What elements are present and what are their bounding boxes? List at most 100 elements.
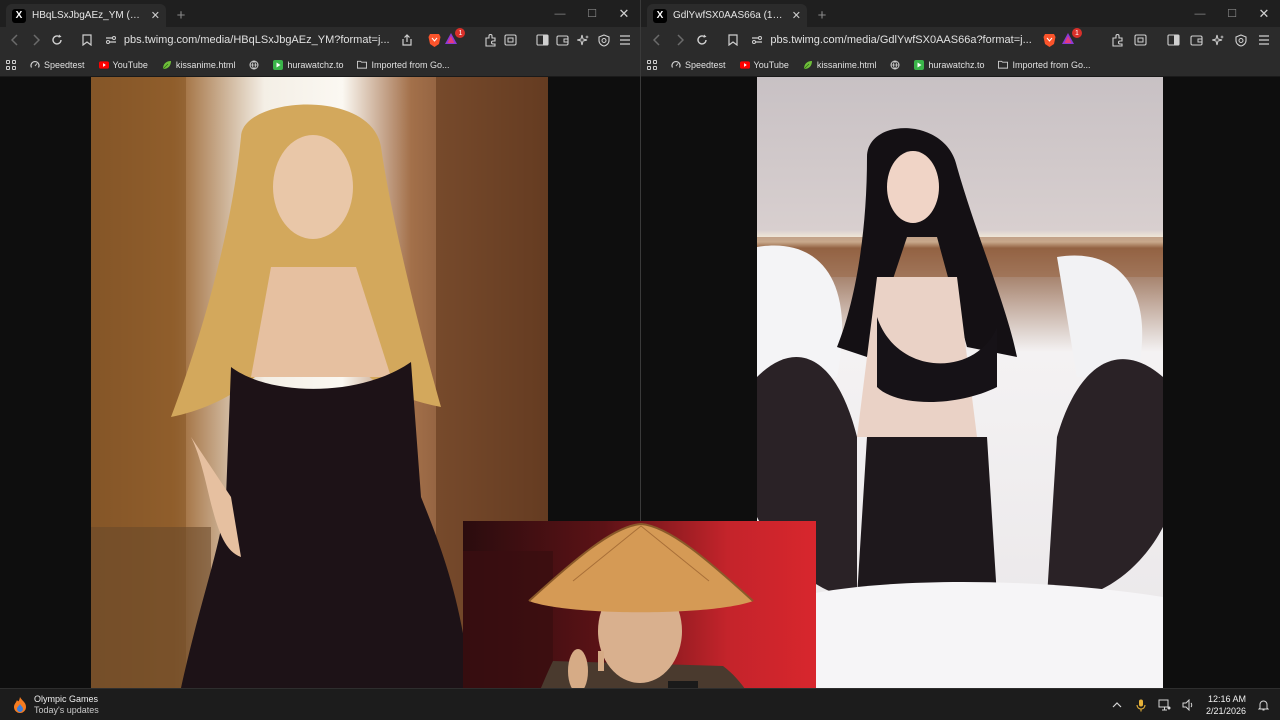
forward-button[interactable]: [669, 29, 689, 51]
bookmark-imported-folder[interactable]: Imported from Go...: [998, 60, 1090, 70]
notification-badge: 1: [1071, 28, 1082, 38]
tab-close-button[interactable]: ✕: [792, 9, 801, 22]
extensions-icon[interactable]: [481, 29, 500, 51]
microphone-icon[interactable]: [1134, 698, 1148, 712]
bookmark-youtube[interactable]: YouTube: [739, 59, 789, 70]
bookmark-label: Imported from Go...: [371, 59, 450, 70]
bookmark-label: hurawatchz.to: [928, 59, 985, 70]
wallet-icon[interactable]: [553, 29, 572, 51]
sidebar-toggle-icon[interactable]: [1164, 29, 1184, 51]
bookmark-globe[interactable]: [249, 60, 259, 70]
close-window-button[interactable]: ✕: [608, 0, 640, 27]
bookmark-speedtest[interactable]: Speedtest: [30, 60, 85, 70]
news-widget[interactable]: Olympic Games Today's updates: [12, 694, 99, 716]
reload-button[interactable]: [692, 29, 712, 51]
back-button[interactable]: [6, 29, 25, 51]
back-arrow-icon: [653, 34, 660, 46]
url-text[interactable]: pbs.twimg.com/media/GdlYwfSX0AAS66a?form…: [770, 34, 1031, 46]
clock-date: 2/21/2026: [1205, 706, 1246, 716]
clock[interactable]: 12:16 AM 2/21/2026: [1206, 693, 1246, 717]
bookmarks-bar: Speedtest YouTube kissanime.html hurawat…: [641, 53, 1280, 77]
chevron-up-icon[interactable]: [1110, 698, 1124, 712]
minimize-button[interactable]: —: [544, 0, 576, 27]
notification-bell-icon[interactable]: [1256, 698, 1270, 712]
screenshot-icon[interactable]: [502, 29, 521, 51]
site-info-icon[interactable]: [104, 33, 118, 47]
leaf-icon: [162, 60, 172, 70]
network-icon[interactable]: [1158, 698, 1172, 712]
back-button[interactable]: [647, 29, 667, 51]
bookmark-youtube[interactable]: YouTube: [98, 60, 148, 70]
address-bar[interactable]: pbs.twimg.com/media/GdlYwfSX0AAS66a?form…: [718, 29, 1035, 51]
bookmark-hurawatch[interactable]: hurawatchz.to: [273, 59, 344, 70]
minimize-button[interactable]: —: [1184, 0, 1216, 27]
back-arrow-icon: [11, 34, 18, 46]
globe-icon: [249, 60, 259, 70]
sidebar-toggle-icon[interactable]: [533, 29, 552, 51]
displayed-image[interactable]: [757, 77, 1163, 688]
wallet-icon[interactable]: [1186, 29, 1206, 51]
bookmark-label: kissanime.html: [175, 59, 236, 70]
apps-grid-icon[interactable]: [6, 59, 16, 70]
screenshot-icon[interactable]: [1130, 29, 1150, 51]
bookmark-kissanime[interactable]: kissanime.html: [803, 59, 877, 70]
bookmark-hurawatch[interactable]: hurawatchz.to: [914, 59, 985, 70]
leaf-icon: [803, 60, 813, 70]
share-icon[interactable]: [396, 29, 418, 51]
new-tab-button[interactable]: +: [170, 4, 192, 26]
brave-rewards-button[interactable]: 1: [1059, 28, 1082, 51]
brave-rewards-button[interactable]: 1: [443, 28, 466, 51]
navigation-toolbar: pbs.twimg.com/media/HBqLSxJbgAEz_YM?form…: [0, 27, 640, 53]
bookmark-icon[interactable]: [76, 29, 98, 51]
url-text[interactable]: pbs.twimg.com/media/HBqLSxJbgAEz_YM?form…: [124, 34, 390, 46]
leo-ai-icon[interactable]: [574, 29, 593, 51]
window-controls: — ☐ ✕: [544, 0, 640, 27]
play-icon: [273, 59, 284, 70]
reload-icon: [697, 34, 707, 45]
bookmark-speedtest[interactable]: Speedtest: [671, 60, 726, 70]
bookmark-icon[interactable]: [722, 29, 744, 51]
brave-shields-icon[interactable]: [1042, 32, 1057, 48]
bookmark-label: hurawatchz.to: [287, 59, 344, 70]
taskbar: Olympic Games Today's updates 12:16 AM 2…: [0, 688, 1280, 720]
bookmark-label: kissanime.html: [816, 59, 877, 70]
vpn-shield-icon[interactable]: [595, 29, 614, 51]
bookmark-label: Imported from Go...: [1012, 59, 1091, 70]
close-window-button[interactable]: ✕: [1248, 0, 1280, 27]
bookmark-globe[interactable]: [890, 60, 900, 70]
maximize-button[interactable]: ☐: [576, 0, 608, 27]
bookmark-label: YouTube: [753, 59, 789, 70]
browser-tab[interactable]: X GdlYwfSX0AAS66a (1366×2048) ✕: [647, 4, 807, 27]
apps-grid-icon[interactable]: [647, 59, 657, 70]
menu-icon[interactable]: [1253, 29, 1273, 51]
bookmark-kissanime[interactable]: kissanime.html: [162, 59, 236, 70]
tab-title: HBqLSxJbgAEz_YM (900×1200): [32, 10, 145, 21]
browser-tab[interactable]: X HBqLSxJbgAEz_YM (900×1200) ✕: [6, 4, 166, 27]
bookmark-imported-folder[interactable]: Imported from Go...: [357, 60, 449, 70]
volume-icon[interactable]: [1182, 698, 1196, 712]
tab-title: GdlYwfSX0AAS66a (1366×2048): [673, 10, 786, 21]
tab-close-button[interactable]: ✕: [151, 9, 160, 22]
forward-arrow-icon: [677, 34, 684, 46]
globe-icon: [890, 60, 900, 70]
forward-arrow-icon: [33, 34, 40, 46]
folder-icon: [357, 60, 368, 70]
address-bar[interactable]: pbs.twimg.com/media/HBqLSxJbgAEz_YM?form…: [72, 29, 422, 51]
navigation-toolbar: pbs.twimg.com/media/GdlYwfSX0AAS66a?form…: [641, 27, 1280, 53]
site-info-icon[interactable]: [750, 33, 764, 47]
title-bar: X GdlYwfSX0AAS66a (1366×2048) ✕ + — ☐ ✕: [641, 0, 1280, 27]
title-bar: X HBqLSxJbgAEz_YM (900×1200) ✕ + — ☐ ✕: [0, 0, 640, 27]
bookmark-label: Speedtest: [44, 59, 85, 70]
vpn-shield-icon[interactable]: [1231, 29, 1251, 51]
clock-time: 12:16 AM: [1207, 694, 1246, 704]
brave-shields-icon[interactable]: [428, 32, 442, 48]
widget-subtitle: Today's updates: [34, 705, 99, 715]
bookmark-label: Speedtest: [685, 59, 726, 70]
reload-button[interactable]: [47, 29, 66, 51]
menu-icon[interactable]: [615, 29, 634, 51]
forward-button[interactable]: [27, 29, 46, 51]
leo-ai-icon[interactable]: [1209, 29, 1229, 51]
maximize-button[interactable]: ☐: [1216, 0, 1248, 27]
extensions-icon[interactable]: [1107, 29, 1127, 51]
new-tab-button[interactable]: +: [811, 4, 833, 26]
